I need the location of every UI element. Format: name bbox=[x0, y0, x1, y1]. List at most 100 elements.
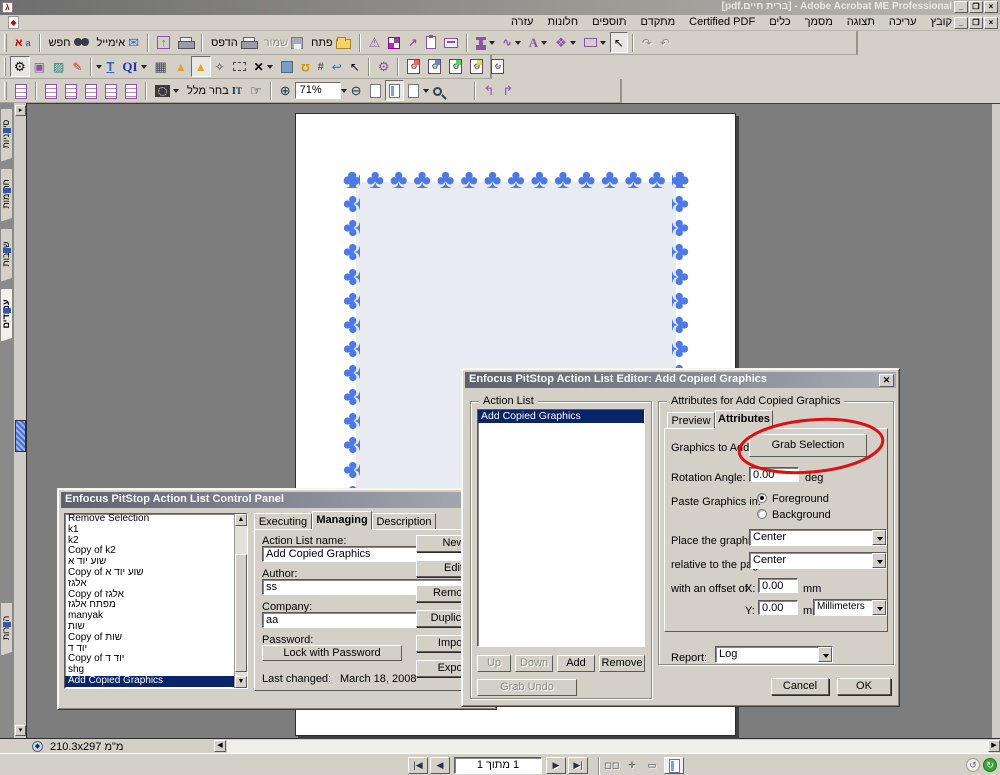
wedge-tool-active-button[interactable]: ▲ bbox=[191, 56, 211, 77]
tab-signatures[interactable]: חתימות bbox=[0, 168, 13, 222]
tab-comments[interactable]: הערות bbox=[0, 602, 13, 656]
control-panel-title-bar[interactable]: Enfocus PitStop Action List Control Pane… bbox=[61, 492, 493, 508]
chevron-down-icon[interactable] bbox=[818, 647, 832, 662]
polygon-select-button[interactable]: ✧ bbox=[211, 56, 229, 77]
doc-minimize-button[interactable]: _ bbox=[954, 17, 968, 29]
list-item[interactable]: manyak bbox=[65, 611, 234, 622]
upload-button[interactable]: ↑ bbox=[153, 32, 174, 53]
layout-doc-4-button[interactable] bbox=[101, 80, 121, 101]
up-button[interactable]: Up bbox=[477, 655, 511, 672]
tab-layers[interactable]: שכבות bbox=[0, 228, 13, 282]
warning-tool-button[interactable]: ⚠ bbox=[365, 32, 385, 53]
delete-tool-button[interactable]: ✕ bbox=[250, 56, 277, 77]
editor-close-icon[interactable]: ✕ bbox=[879, 374, 894, 387]
restore-button[interactable]: ❐ bbox=[969, 1, 983, 13]
cancel-button[interactable]: Cancel bbox=[771, 678, 829, 695]
attach-tool-button[interactable]: Ω bbox=[297, 56, 314, 77]
menu-help[interactable]: עזרה bbox=[511, 16, 533, 28]
revert-tool-button[interactable]: ↩ bbox=[328, 56, 346, 77]
panel-scroll-thumb[interactable] bbox=[15, 420, 26, 452]
continuous-view-button[interactable]: ✛ bbox=[622, 757, 642, 774]
profile-white-button[interactable]: ⚙ bbox=[487, 56, 508, 77]
tab-executing[interactable]: Executing bbox=[254, 513, 312, 530]
tab-managing[interactable]: Managing bbox=[312, 511, 372, 530]
page-number-input[interactable]: 1 מתוך 1 bbox=[454, 757, 542, 774]
profile-blue-button[interactable]: ⚙ bbox=[424, 56, 445, 77]
menu-tools[interactable]: כלים bbox=[769, 16, 790, 28]
list-item[interactable]: Copy of שוע יוד א bbox=[65, 568, 234, 579]
toolbar-grip[interactable] bbox=[4, 34, 7, 52]
dropdown-arrow-icon[interactable] bbox=[600, 41, 606, 48]
search-button[interactable]: חפש bbox=[45, 32, 93, 53]
add-button[interactable]: Add bbox=[557, 655, 595, 672]
document-icon[interactable]: ◆ bbox=[8, 16, 19, 29]
fill-tool-button[interactable] bbox=[277, 56, 297, 77]
scan-button[interactable] bbox=[174, 32, 197, 53]
lock-with-password-button[interactable]: Lock with Password bbox=[262, 645, 402, 661]
page-size-icon[interactable]: ◆ bbox=[32, 741, 43, 752]
profile-red-button[interactable]: ⚙ bbox=[403, 56, 424, 77]
profile-yellow-button[interactable]: ⚙ bbox=[466, 56, 487, 77]
loupe-button[interactable] bbox=[429, 80, 446, 101]
signature-tool-button[interactable]: ∿ bbox=[499, 32, 525, 53]
rectangle-tool-button[interactable] bbox=[580, 32, 610, 53]
offset-y-input[interactable]: 0.00 bbox=[758, 600, 798, 615]
layout-doc-3-button[interactable] bbox=[81, 80, 101, 101]
dropdown-arrow-icon[interactable] bbox=[515, 41, 521, 48]
facing-view-button[interactable]: ▭ bbox=[642, 757, 662, 774]
list-item[interactable]: k1 bbox=[65, 525, 234, 536]
menu-edit[interactable]: עריכה bbox=[889, 16, 917, 28]
pattern-tool-button[interactable] bbox=[384, 32, 404, 53]
doc-restore-button[interactable]: ❐ bbox=[969, 17, 983, 29]
previous-view-button[interactable]: ↰ bbox=[480, 80, 499, 101]
single-page-view-button[interactable]: ◻◻ bbox=[602, 757, 622, 774]
list-item[interactable]: Remove Selection bbox=[65, 514, 234, 525]
film-button[interactable]: ▦ bbox=[151, 56, 171, 77]
dropdown-arrow-icon[interactable] bbox=[489, 41, 495, 48]
scroll-up-icon[interactable]: ▲ bbox=[235, 514, 247, 526]
editor-title-bar[interactable]: Enfocus PitStop Action List Editor: Add … bbox=[465, 372, 896, 388]
email-button[interactable]: אימייל✉ bbox=[93, 32, 144, 53]
dropdown-arrow-icon[interactable] bbox=[173, 89, 179, 96]
profile-green-button[interactable]: ⚙ bbox=[445, 56, 466, 77]
scroll-down-icon[interactable]: ▼ bbox=[235, 676, 247, 688]
place-graphics-select[interactable]: Center bbox=[749, 529, 887, 546]
list-item[interactable]: Copy of שות bbox=[65, 633, 234, 644]
zoom-out-button[interactable]: ⊖ bbox=[347, 80, 366, 101]
list-scrollbar[interactable]: ▲ ▼ bbox=[234, 514, 247, 688]
list-item-selected[interactable]: Add Copied Graphics bbox=[65, 676, 234, 687]
close-button[interactable]: × bbox=[984, 1, 998, 13]
previous-page-button[interactable]: ◀ bbox=[430, 757, 450, 774]
tab-pages[interactable]: עמודים bbox=[0, 288, 13, 342]
vertical-scrollbar[interactable] bbox=[992, 104, 1000, 738]
slide-tool-button[interactable] bbox=[440, 32, 462, 53]
layout-doc-2-button[interactable] bbox=[61, 80, 81, 101]
measure-text-button[interactable]: T bbox=[102, 56, 118, 77]
navigation-tool-button[interactable]: ❖ bbox=[551, 32, 580, 53]
last-page-button[interactable]: ▶| bbox=[568, 757, 588, 774]
first-page-button[interactable]: |◀ bbox=[408, 757, 428, 774]
inspector-button[interactable]: ⚙ bbox=[10, 56, 30, 77]
page-view-active-button[interactable] bbox=[664, 757, 684, 774]
image-tool-button[interactable]: ▣ bbox=[30, 56, 49, 77]
sync-status-icon[interactable]: ↺ bbox=[966, 758, 980, 772]
page-fit-width-button[interactable] bbox=[366, 80, 385, 101]
online-status-icon[interactable]: ↻ bbox=[983, 758, 997, 772]
ok-button[interactable]: OK bbox=[837, 678, 891, 695]
open-button[interactable]: פתח bbox=[307, 32, 355, 53]
snapshot-button[interactable] bbox=[151, 80, 183, 101]
grab-undo-button[interactable]: Grab Undo bbox=[477, 679, 577, 696]
menu-window[interactable]: חלונות bbox=[547, 16, 578, 28]
text-tool-button[interactable]: A bbox=[525, 32, 551, 53]
scroll-thumb[interactable] bbox=[235, 554, 247, 672]
menu-file[interactable]: קובץ bbox=[931, 16, 952, 28]
horizontal-scrollbar[interactable] bbox=[227, 740, 989, 753]
list-item-selected[interactable]: Add Copied Graphics bbox=[478, 410, 644, 423]
zoom-in-button[interactable]: ⊕ bbox=[276, 80, 295, 101]
clipboard-tool-button[interactable] bbox=[422, 32, 440, 53]
tab-preview[interactable]: Preview bbox=[667, 412, 715, 429]
background-radio[interactable] bbox=[757, 509, 767, 519]
doc-close-button[interactable]: × bbox=[984, 17, 998, 29]
annotate-tool-button[interactable]: ✎ bbox=[68, 56, 86, 77]
panel-scroll-up-button[interactable]: ▸ bbox=[15, 105, 26, 116]
